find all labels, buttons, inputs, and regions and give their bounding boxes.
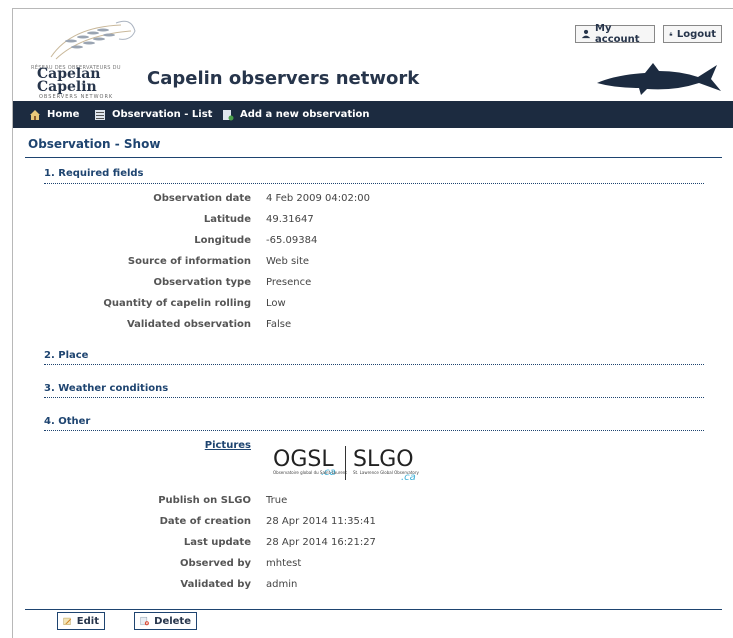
field-label: Source of information [127,256,251,267]
field-label: Publish on SLGO [158,495,251,506]
field-label: Latitude [203,214,251,225]
edit-button[interactable]: Edit [57,612,105,630]
field-label: Date of creation [159,516,251,527]
field-label: Last update [183,537,251,548]
nav-add-observation[interactable]: Add a new observation [222,101,370,128]
nav-observation-list-label: Observation - List [112,109,213,120]
ogsl-slgo-logo[interactable]: OGSL .ca Observatoire global du Saint-La… [271,442,421,486]
nav-home-label: Home [47,109,80,120]
field-value: 4 Feb 2009 04:02:00 [266,193,370,204]
field-label: Observed by [180,558,251,569]
field-value: 28 Apr 2014 11:35:41 [266,516,376,527]
home-icon [30,109,40,120]
field-label: Validated observation [126,319,251,330]
ogsl-subtitle: Observatoire global du Saint-Laurent [273,470,347,475]
nav-home[interactable]: Home [29,101,79,128]
logout-button[interactable]: Logout [663,25,722,43]
field-value: admin [266,579,298,590]
pictures-link[interactable]: Pictures [205,440,251,451]
field-value: 49.31647 [266,214,314,225]
site-logo[interactable]: RÉSEAU DES OBSERVATEURS DU Capelan Capel… [31,17,141,100]
section-divider [44,364,704,365]
delete-button[interactable]: Delete [134,612,197,630]
section-divider [44,397,704,398]
add-document-icon [223,109,234,120]
field-label: Longitude [194,235,251,246]
nav-add-observation-label: Add a new observation [240,109,370,120]
actions-divider [25,609,722,610]
capelin-fish-icon [597,63,721,95]
section-required-fields: 1. Required fields [44,168,144,179]
section-divider [44,183,704,184]
fish-school-icon [50,20,136,60]
slgo-logo-text: SLGO [353,447,414,472]
field-label: Observation type [153,277,251,288]
section-place[interactable]: 2. Place [44,350,88,361]
list-icon [95,109,105,120]
field-value: mhtest [266,558,302,569]
section-other: 4. Other [44,416,91,427]
my-account-label: My account [595,23,640,45]
page-title: Observation - Show [28,137,161,151]
nav-observation-list[interactable]: Observation - List [94,101,212,128]
section-weather-conditions[interactable]: 3. Weather conditions [44,383,168,394]
edit-label: Edit [76,615,99,627]
field-value: Low [266,298,286,309]
logo-subtitle: OBSERVERS NETWORK [39,94,114,100]
delete-label: Delete [154,615,191,627]
field-label: Quantity of capelin rolling [103,298,251,309]
delete-icon [140,616,149,626]
page-title-divider [25,157,722,158]
field-value: Presence [266,277,312,288]
field-value: False [266,319,292,330]
header: RÉSEAU DES OBSERVATEURS DU Capelan Capel… [13,9,733,100]
lock-icon [669,32,673,36]
my-account-button[interactable]: My account [575,23,655,45]
main-navbar: Home Observation - List Add a new observ… [13,101,733,128]
field-value: True [266,495,288,506]
field-label: Observation date [153,193,251,204]
logout-label: Logout [676,28,716,40]
pictures-label: Pictures [51,440,251,451]
slgo-subtitle: St. Lawrence Global Observatory [353,470,419,475]
field-value: Web site [266,256,310,267]
field-value: -65.09384 [266,235,318,246]
user-icon [581,29,591,39]
logo-brand-en: Capelin [37,79,97,95]
logo-separator [345,446,346,480]
section-divider [44,430,704,431]
page-frame: RÉSEAU DES OBSERVATEURS DU Capelan Capel… [12,8,733,638]
site-title: Capelin observers network [147,68,420,89]
field-value: 28 Apr 2014 16:21:27 [266,537,376,548]
field-label: Validated by [180,579,251,590]
edit-icon [63,617,72,625]
